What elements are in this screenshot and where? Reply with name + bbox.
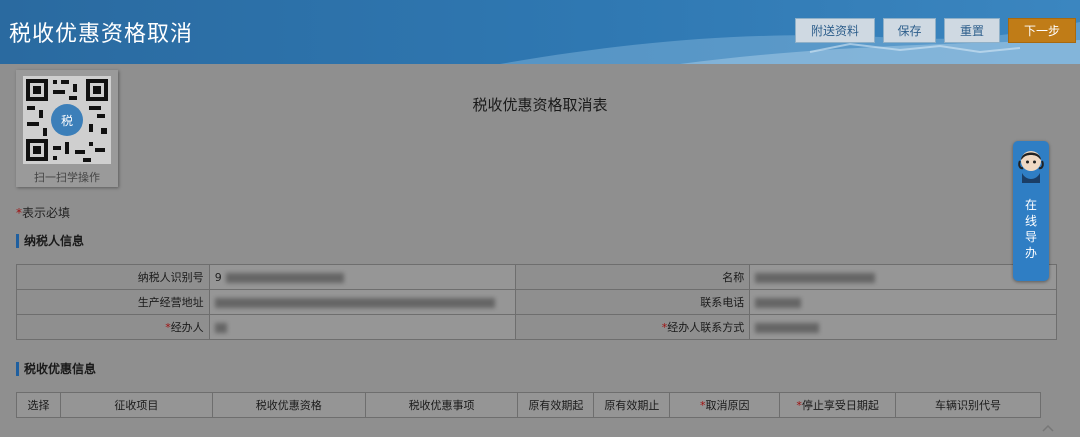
customer-service-avatar-icon — [1018, 151, 1044, 183]
online-guide-label: 在 线 导 办 — [1013, 197, 1049, 261]
col-original-end: 原有效期止 — [593, 392, 671, 418]
col-original-start: 原有效期起 — [517, 392, 595, 418]
col-vehicle-id: 车辆识别代号 — [895, 392, 1041, 418]
label-contact-phone: 联系电话 — [514, 289, 751, 315]
name-field[interactable] — [749, 264, 1057, 290]
cancel-reason-text: 取消原因 — [705, 399, 750, 412]
guide-char: 导 — [1024, 230, 1037, 244]
qr-card[interactable]: 税 扫一扫学操作 — [16, 70, 118, 187]
page-header: 税收优惠资格取消 附送资料 保存 重置 下一步 — [0, 0, 1080, 64]
handler-label-text: 经办人 — [170, 321, 204, 334]
tax-incentive-table: 选择 征收项目 税收优惠资格 税收优惠事项 原有效期起 原有效期止 *取消原因 … — [16, 392, 1041, 418]
qr-caption: 扫一扫学操作 — [34, 171, 100, 184]
table-row: 生产经营地址 联系电话 — [16, 289, 1057, 315]
next-step-button[interactable]: 下一步 — [1008, 18, 1076, 43]
contact-phone-field[interactable] — [749, 289, 1057, 315]
guide-char: 在 — [1024, 198, 1037, 212]
svg-text:税: 税 — [61, 114, 73, 128]
handler-field[interactable] — [208, 314, 516, 340]
guide-char: 办 — [1024, 246, 1037, 260]
taxpayer-id-value: 9 — [214, 270, 222, 284]
label-business-address: 生产经营地址 — [16, 289, 210, 315]
label-handler: *经办人 — [16, 314, 210, 340]
page-title: 税收优惠资格取消 — [9, 22, 194, 47]
table-row: 纳税人识别号 9 名称 — [16, 264, 1057, 290]
guide-char: 线 — [1024, 214, 1037, 228]
handler-contact-field[interactable] — [749, 314, 1057, 340]
col-select: 选择 — [16, 392, 61, 418]
col-incentive-qualification: 税收优惠资格 — [211, 392, 366, 418]
reset-button[interactable]: 重置 — [944, 18, 1000, 43]
col-incentive-matter: 税收优惠事项 — [364, 392, 519, 418]
chevron-up-icon[interactable] — [1041, 422, 1055, 434]
handler-contact-label-text: 经办人联系方式 — [667, 321, 745, 334]
tax-incentive-section-title: 税收优惠信息 — [16, 362, 96, 376]
table-row: *经办人 *经办人联系方式 — [16, 314, 1057, 340]
qr-code-icon: 税 — [23, 76, 111, 164]
col-cancel-reason: *取消原因 — [669, 392, 781, 418]
col-levy-item: 征收项目 — [59, 392, 213, 418]
form-title: 税收优惠资格取消表 — [472, 96, 608, 114]
label-taxpayer-id: 纳税人识别号 — [16, 264, 210, 290]
label-name: 名称 — [514, 264, 751, 290]
main-content: 税 扫一扫学操作 税收优惠资格取消表 *表示必填 纳税人信息 纳税人识别号 9 … — [0, 64, 1080, 437]
taxpayer-id-field[interactable]: 9 — [208, 264, 516, 290]
required-note-text: 表示必填 — [22, 206, 71, 220]
taxpayer-info-table: 纳税人识别号 9 名称 生产经营地址 联系电话 *经办人 *经办人联系方式 — [16, 264, 1057, 340]
col-stop-date: *停止享受日期起 — [779, 392, 897, 418]
required-note: *表示必填 — [16, 204, 70, 221]
attach-materials-button[interactable]: 附送资料 — [795, 18, 875, 43]
business-address-field[interactable] — [208, 289, 516, 315]
save-button[interactable]: 保存 — [883, 18, 936, 43]
online-guide-widget[interactable]: 在 线 导 办 — [1013, 141, 1049, 281]
label-handler-contact: *经办人联系方式 — [514, 314, 751, 340]
taxpayer-section-title: 纳税人信息 — [16, 234, 84, 248]
stop-date-text: 停止享受日期起 — [801, 399, 879, 412]
table-header-row: 选择 征收项目 税收优惠资格 税收优惠事项 原有效期起 原有效期止 *取消原因 … — [16, 392, 1041, 418]
